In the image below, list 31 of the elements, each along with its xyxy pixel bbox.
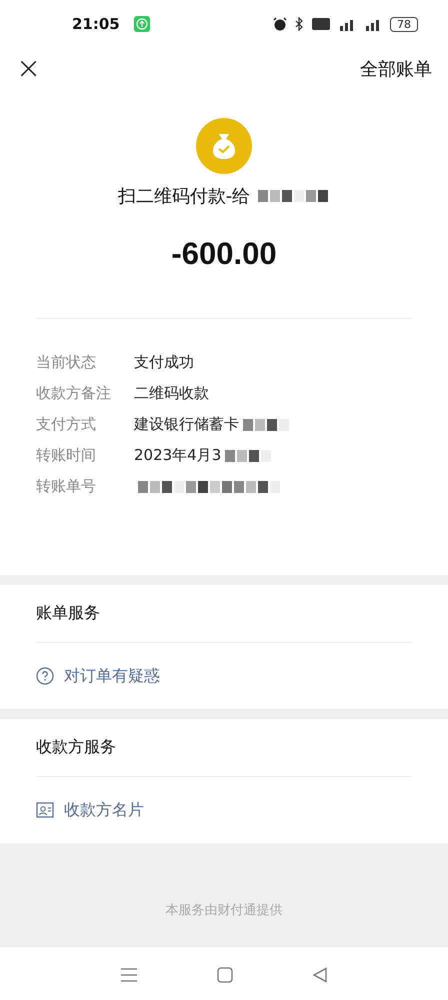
battery-indicator: 78 <box>390 16 418 32</box>
upload-app-icon <box>134 16 150 32</box>
home-button-icon[interactable] <box>216 967 233 983</box>
detail-value: 二维码收款 <box>134 384 209 403</box>
detail-label: 转账时间 <box>36 446 97 465</box>
close-button[interactable]: × <box>16 54 42 84</box>
detail-value: 建设银行储蓄卡 <box>134 415 239 434</box>
contact-card-icon <box>36 802 54 818</box>
section-title: 账单服务 <box>36 602 101 624</box>
detail-label: 当前状态 <box>36 353 97 372</box>
alarm-icon <box>273 17 287 31</box>
footer-note: 本服务由财付通提供 <box>166 902 282 919</box>
detail-value: 2023年4月3 <box>134 446 222 465</box>
bluetooth-icon <box>295 17 304 31</box>
detail-label: 收款方备注 <box>36 384 112 403</box>
all-bills-link[interactable]: 全部账单 <box>360 57 432 81</box>
section-title: 收款方服务 <box>36 736 117 758</box>
menu-icon[interactable] <box>120 967 138 983</box>
service-link[interactable]: 对订单有疑惑 <box>36 643 412 709</box>
signal-icon <box>338 17 356 31</box>
payment-title: 扫二维码付款-给 <box>118 185 250 208</box>
question-icon <box>36 667 54 685</box>
back-icon[interactable] <box>312 967 328 983</box>
detail-value: 支付成功 <box>134 353 194 372</box>
money-bag-icon <box>196 118 252 174</box>
signal-icon <box>364 17 382 31</box>
payment-amount: -600.00 <box>171 236 277 272</box>
detail-label: 支付方式 <box>36 415 97 434</box>
detail-label: 转账单号 <box>36 477 97 496</box>
service-link[interactable]: 收款方名片 <box>36 777 412 843</box>
status-time: 21:05 <box>72 15 120 33</box>
